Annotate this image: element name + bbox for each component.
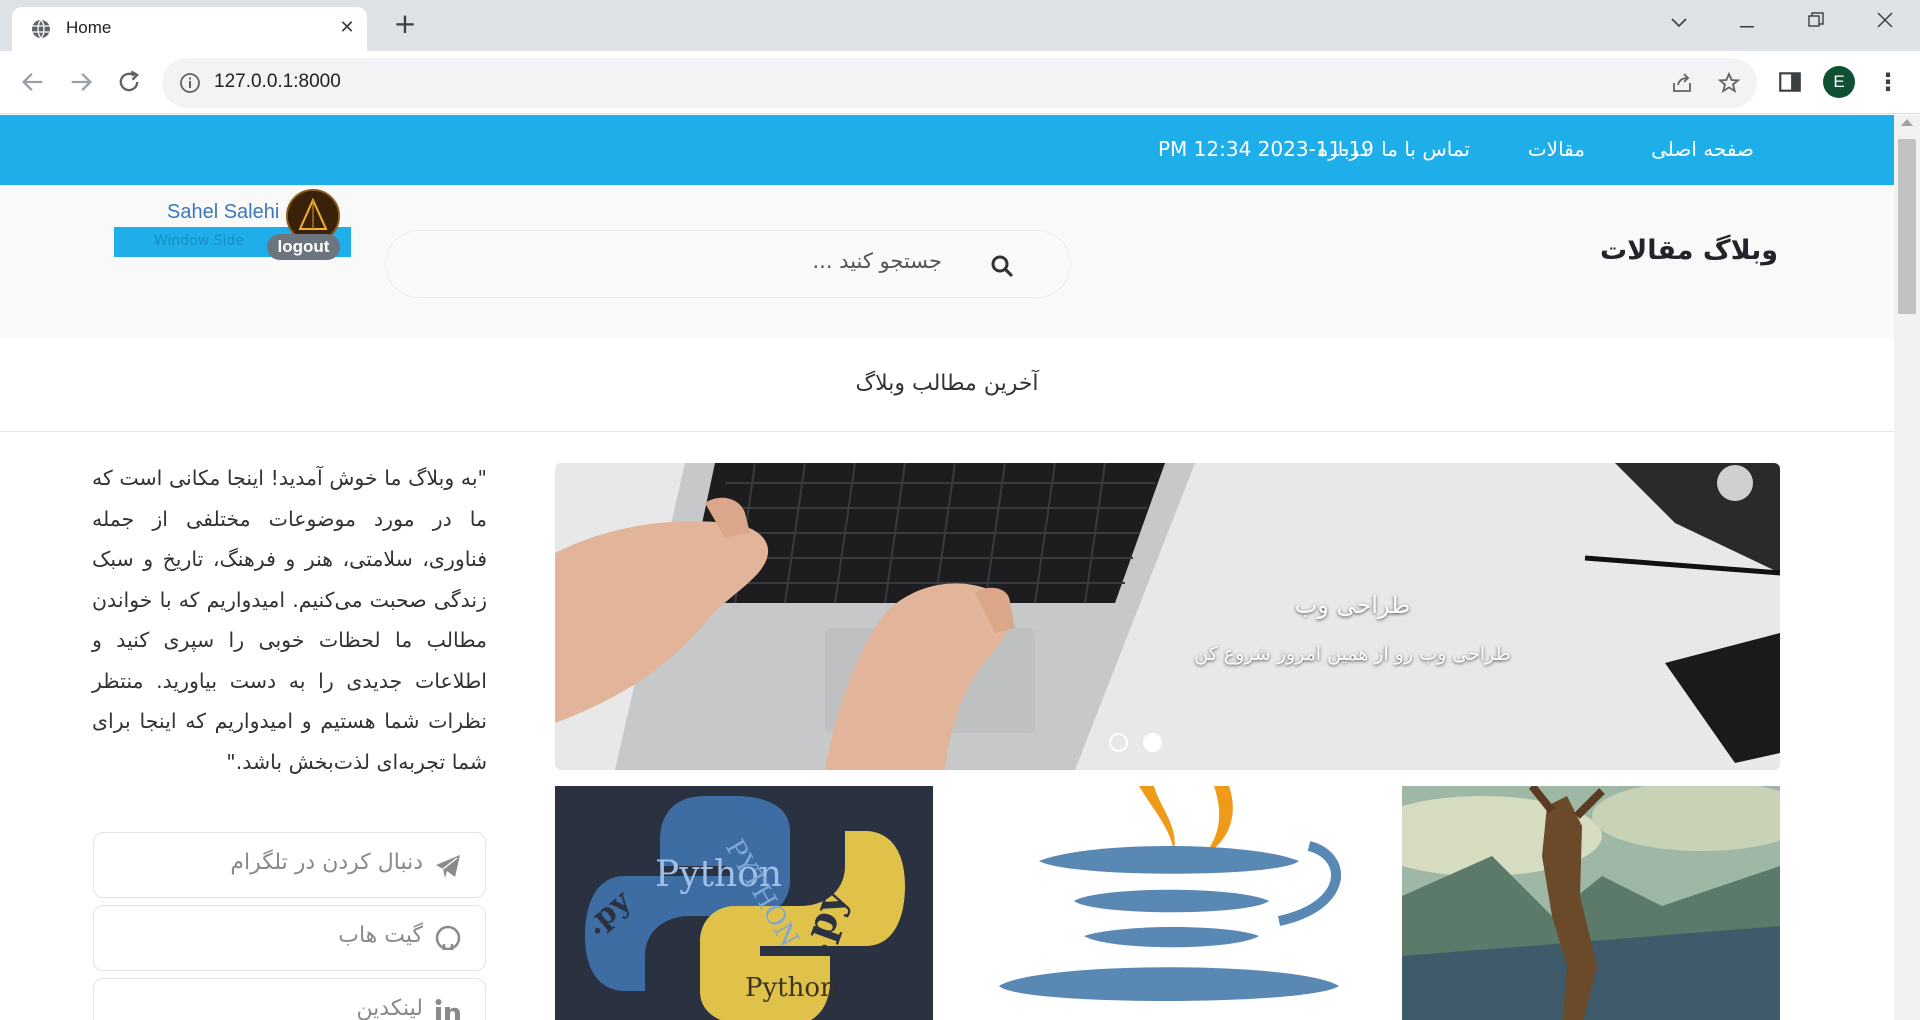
carousel-indicator-2[interactable] xyxy=(1143,733,1162,752)
site-title[interactable]: وبلاگ مقالات xyxy=(1600,235,1778,266)
page-viewport: صفحه اصلی مقالات تماس با ما درباره PM 12… xyxy=(0,115,1920,1020)
minimize-button[interactable] xyxy=(1733,10,1761,36)
top-navbar: صفحه اصلی مقالات تماس با ما درباره PM 12… xyxy=(0,115,1894,185)
side-panel-icon[interactable] xyxy=(1777,69,1803,95)
featured-carousel[interactable]: طراحی وب طراحی وب رو از همین امروز شروع … xyxy=(555,463,1780,770)
svg-text:Python: Python xyxy=(745,973,837,1003)
profile-avatar[interactable]: E xyxy=(1823,66,1855,98)
article-card-colossus[interactable] xyxy=(1402,786,1780,1020)
carousel-slide-subtitle: طراحی وب رو از همین امروز شروع کن xyxy=(1194,643,1511,665)
url-text[interactable]: 127.0.0.1:8000 xyxy=(214,71,341,93)
python-wordcloud-image: Python PYTHON .py Python .py xyxy=(555,786,933,1020)
nav-datetime: PM 12:34 2023-11-19 xyxy=(1158,137,1374,161)
carousel-slide-title: طراحی وب xyxy=(1294,591,1411,619)
site-header: Window Side Sahel Salehi logout جستجو کن… xyxy=(0,185,1894,337)
restore-icon xyxy=(1808,12,1824,27)
browser-toolbar: 127.0.0.1:8000 E ⋮ xyxy=(0,51,1920,114)
nav-home-link[interactable]: صفحه اصلی xyxy=(1651,137,1754,161)
nav-contact-link[interactable]: تماس با ما xyxy=(1381,137,1470,161)
section-title-text: آخرین مطالب وبلاگ xyxy=(855,371,1039,396)
article-card-java[interactable] xyxy=(979,786,1357,1020)
globe-icon xyxy=(32,19,50,39)
back-arrow-icon[interactable] xyxy=(19,68,47,96)
browser-tab[interactable]: Home ✕ xyxy=(12,7,367,51)
linkedin-label: لینکدین xyxy=(356,996,423,1020)
logout-button[interactable]: logout xyxy=(267,234,340,260)
restore-button[interactable] xyxy=(1802,10,1830,36)
java-logo-image xyxy=(979,786,1357,1020)
article-card-python[interactable]: Python PYTHON .py Python .py xyxy=(555,786,933,1020)
github-label: گیت هاب xyxy=(338,923,423,948)
minimize-icon xyxy=(1740,26,1754,28)
site-info-icon[interactable] xyxy=(179,72,201,94)
tab-title: Home xyxy=(66,18,112,37)
github-button[interactable]: گیت هاب xyxy=(93,905,486,971)
nav-articles-link[interactable]: مقالات xyxy=(1528,137,1585,161)
close-icon xyxy=(1877,12,1893,28)
bookmark-star-icon[interactable] xyxy=(1717,71,1741,95)
linkedin-button[interactable]: لینکدین xyxy=(93,978,486,1020)
latest-posts-heading: آخرین مطالب وبلاگ xyxy=(0,337,1894,432)
page-scrollbar[interactable] xyxy=(1894,115,1920,1020)
github-icon xyxy=(435,925,461,951)
tab-search-icon[interactable] xyxy=(1665,10,1693,36)
telegram-button[interactable]: دنبال کردن در تلگرام xyxy=(93,832,486,898)
search-icon[interactable] xyxy=(990,254,1014,278)
scroll-thumb[interactable] xyxy=(1898,139,1916,314)
scroll-up-icon[interactable] xyxy=(1901,119,1913,126)
search-placeholder: جستجو کنید ... xyxy=(812,249,942,273)
telegram-icon xyxy=(436,855,460,878)
share-icon[interactable] xyxy=(1670,71,1694,95)
new-tab-button[interactable]: + xyxy=(392,10,418,38)
linkedin-icon xyxy=(435,999,460,1020)
address-bar[interactable]: 127.0.0.1:8000 xyxy=(162,58,1757,108)
browser-menu-icon[interactable]: ⋮ xyxy=(1876,68,1900,96)
chevron-down-icon xyxy=(1671,18,1687,28)
user-name-link[interactable]: Sahel Salehi xyxy=(167,201,279,224)
tab-close-icon[interactable]: ✕ xyxy=(337,18,357,38)
blog-intro-text: "به وبلاگ ما خوش آمدید! اینجا مکانی است … xyxy=(92,466,487,774)
colossus-statue-image xyxy=(1402,786,1780,1020)
browser-window: Home ✕ + 127.0.0.1:8000 E ⋮ صفحه اصلی مق… xyxy=(0,0,1920,1020)
carousel-indicator-1[interactable] xyxy=(1109,733,1128,752)
reload-icon[interactable] xyxy=(115,68,143,96)
forward-arrow-icon[interactable] xyxy=(67,68,95,96)
close-window-button[interactable] xyxy=(1871,10,1899,36)
tab-strip: Home ✕ + xyxy=(0,0,1920,51)
search-input[interactable]: جستجو کنید ... xyxy=(385,230,1071,298)
telegram-label: دنبال کردن در تلگرام xyxy=(230,850,423,875)
